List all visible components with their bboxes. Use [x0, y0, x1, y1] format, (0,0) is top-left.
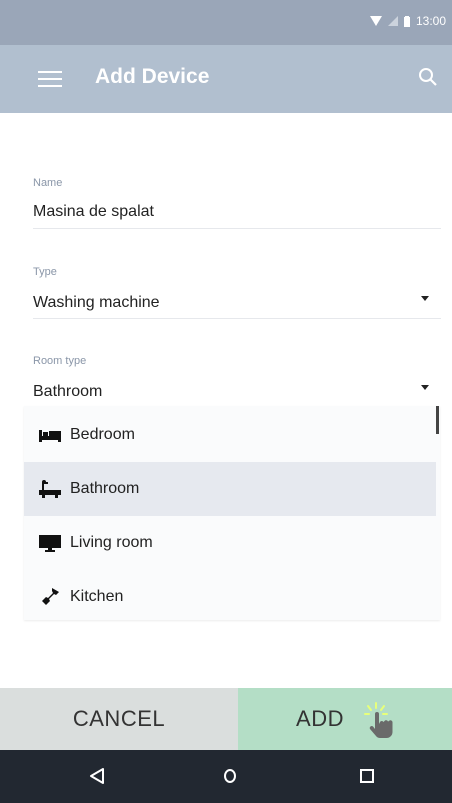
dropdown-item-living-room[interactable]: Living room — [24, 516, 436, 570]
page-title: Add Device — [95, 65, 210, 88]
dropdown-item-label: Bedroom — [70, 426, 135, 443]
name-label: Name — [33, 177, 63, 189]
dropdown-item-bedroom[interactable]: Bedroom — [24, 408, 436, 462]
tv-icon — [39, 533, 61, 553]
dropdown-item-label: Living room — [70, 534, 153, 551]
blender-icon — [39, 587, 61, 607]
dropdown-item-label: Bathroom — [70, 480, 140, 497]
signal-icon — [387, 16, 398, 26]
type-underline — [33, 318, 441, 319]
recents-icon[interactable] — [358, 767, 376, 785]
cancel-button-label: CANCEL — [72, 706, 166, 731]
back-icon[interactable] — [88, 767, 106, 785]
search-icon[interactable] — [417, 66, 439, 88]
touch-hand-icon — [364, 702, 393, 738]
add-button[interactable]: ADD — [238, 688, 452, 750]
name-underline — [33, 228, 441, 229]
dropdown-item-label: Kitchen — [70, 588, 124, 605]
name-field[interactable]: Masina de spalat — [33, 203, 154, 221]
wifi-icon — [369, 16, 382, 26]
type-dropdown-caret-icon[interactable] — [421, 296, 429, 301]
bathtub-icon — [39, 479, 61, 499]
dropdown-item-kitchen[interactable]: Kitchen — [24, 570, 436, 620]
room-type-dropdown-caret-icon[interactable] — [421, 385, 429, 390]
bed-icon — [39, 425, 61, 445]
menu-icon[interactable] — [38, 71, 62, 89]
navigation-bar — [0, 750, 452, 803]
room-type-label: Room type — [33, 355, 87, 367]
room-type-dropdown-list: Bedroom Bathroom Living room Kitchen — [24, 406, 440, 620]
type-label: Type — [33, 266, 57, 278]
dropdown-item-bathroom[interactable]: Bathroom — [24, 462, 436, 516]
cancel-button[interactable]: CANCEL — [0, 688, 238, 750]
dropdown-scrollbar[interactable] — [436, 406, 439, 434]
status-time: 13:00 — [415, 14, 446, 28]
status-bar: 13:00 — [0, 0, 452, 45]
type-select[interactable]: Washing machine — [33, 294, 160, 312]
add-button-label: ADD — [296, 706, 344, 731]
battery-icon — [403, 15, 410, 27]
room-type-select[interactable]: Bathroom — [33, 383, 102, 401]
home-icon[interactable] — [222, 767, 238, 785]
app-bar — [0, 45, 452, 113]
